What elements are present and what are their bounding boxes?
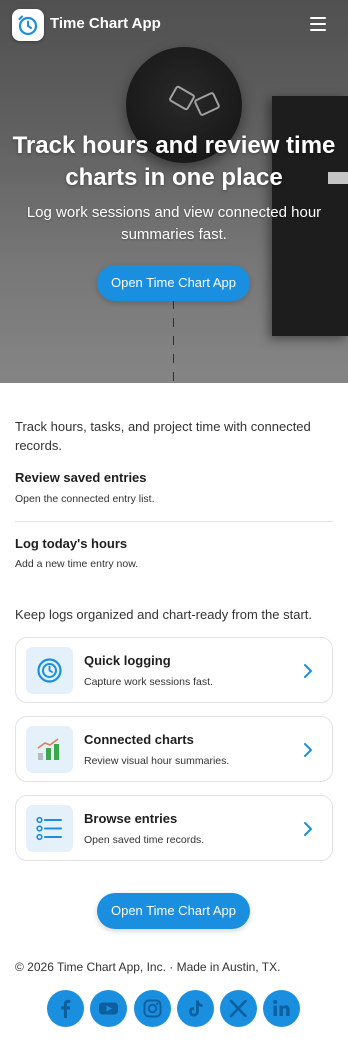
footer-text: © 2026 Time Chart App, Inc. · Made in Au… [15, 960, 281, 974]
feature-title: Browse entries [84, 811, 178, 826]
chevron-right-icon [304, 822, 312, 836]
tagline: Keep logs organized and chart-ready from… [15, 607, 312, 622]
x-icon[interactable] [220, 990, 257, 1027]
bar-chart-icon [26, 726, 73, 773]
instagram-icon[interactable] [134, 990, 171, 1027]
intro-text: Track hours, tasks, and project time wit… [15, 419, 311, 453]
hero-section: Time Chart App Track hours and review ti… [0, 0, 348, 383]
app-logo[interactable] [12, 9, 44, 41]
review-entries-desc: Open the connected entry list. [15, 493, 155, 505]
hero-subtitle: Log work sessions and view connected hou… [26, 204, 322, 243]
feature-desc: Capture work sessions fast. [84, 676, 213, 688]
youtube-icon[interactable] [90, 990, 127, 1027]
feature-desc: Review visual hour summaries. [84, 755, 230, 767]
feature-title: Connected charts [84, 732, 194, 747]
open-app-button[interactable]: Open Time Chart App [97, 265, 250, 301]
stopwatch-icon [26, 647, 73, 694]
feature-title: Quick logging [84, 653, 171, 668]
hero-title: Track hours and review time charts in on… [12, 132, 336, 191]
open-app-button-bottom[interactable]: Open Time Chart App [97, 893, 250, 929]
top-bar: Time Chart App [0, 0, 348, 52]
feature-card-quick-logging[interactable]: Quick logging Capture work sessions fast… [15, 637, 333, 703]
chevron-right-icon [304, 743, 312, 757]
feature-desc: Open saved time records. [84, 834, 205, 846]
list-icon [26, 805, 73, 852]
divider [15, 521, 333, 522]
stopwatch-logo-icon [18, 15, 38, 36]
feature-card-connected-charts[interactable]: Connected charts Review visual hour summ… [15, 716, 333, 782]
chevron-right-icon [304, 664, 312, 678]
facebook-icon[interactable] [47, 990, 84, 1027]
log-hours-link[interactable]: Log today's hours [15, 536, 127, 551]
feature-card-browse-entries[interactable]: Browse entries Open saved time records. [15, 795, 333, 861]
app-name[interactable]: Time Chart App [50, 15, 161, 32]
review-entries-link[interactable]: Review saved entries [15, 470, 147, 485]
log-hours-desc: Add a new time entry now. [15, 558, 139, 570]
hamburger-menu-icon[interactable] [310, 17, 326, 31]
tiktok-icon[interactable] [177, 990, 214, 1027]
linkedin-icon[interactable] [263, 990, 300, 1027]
